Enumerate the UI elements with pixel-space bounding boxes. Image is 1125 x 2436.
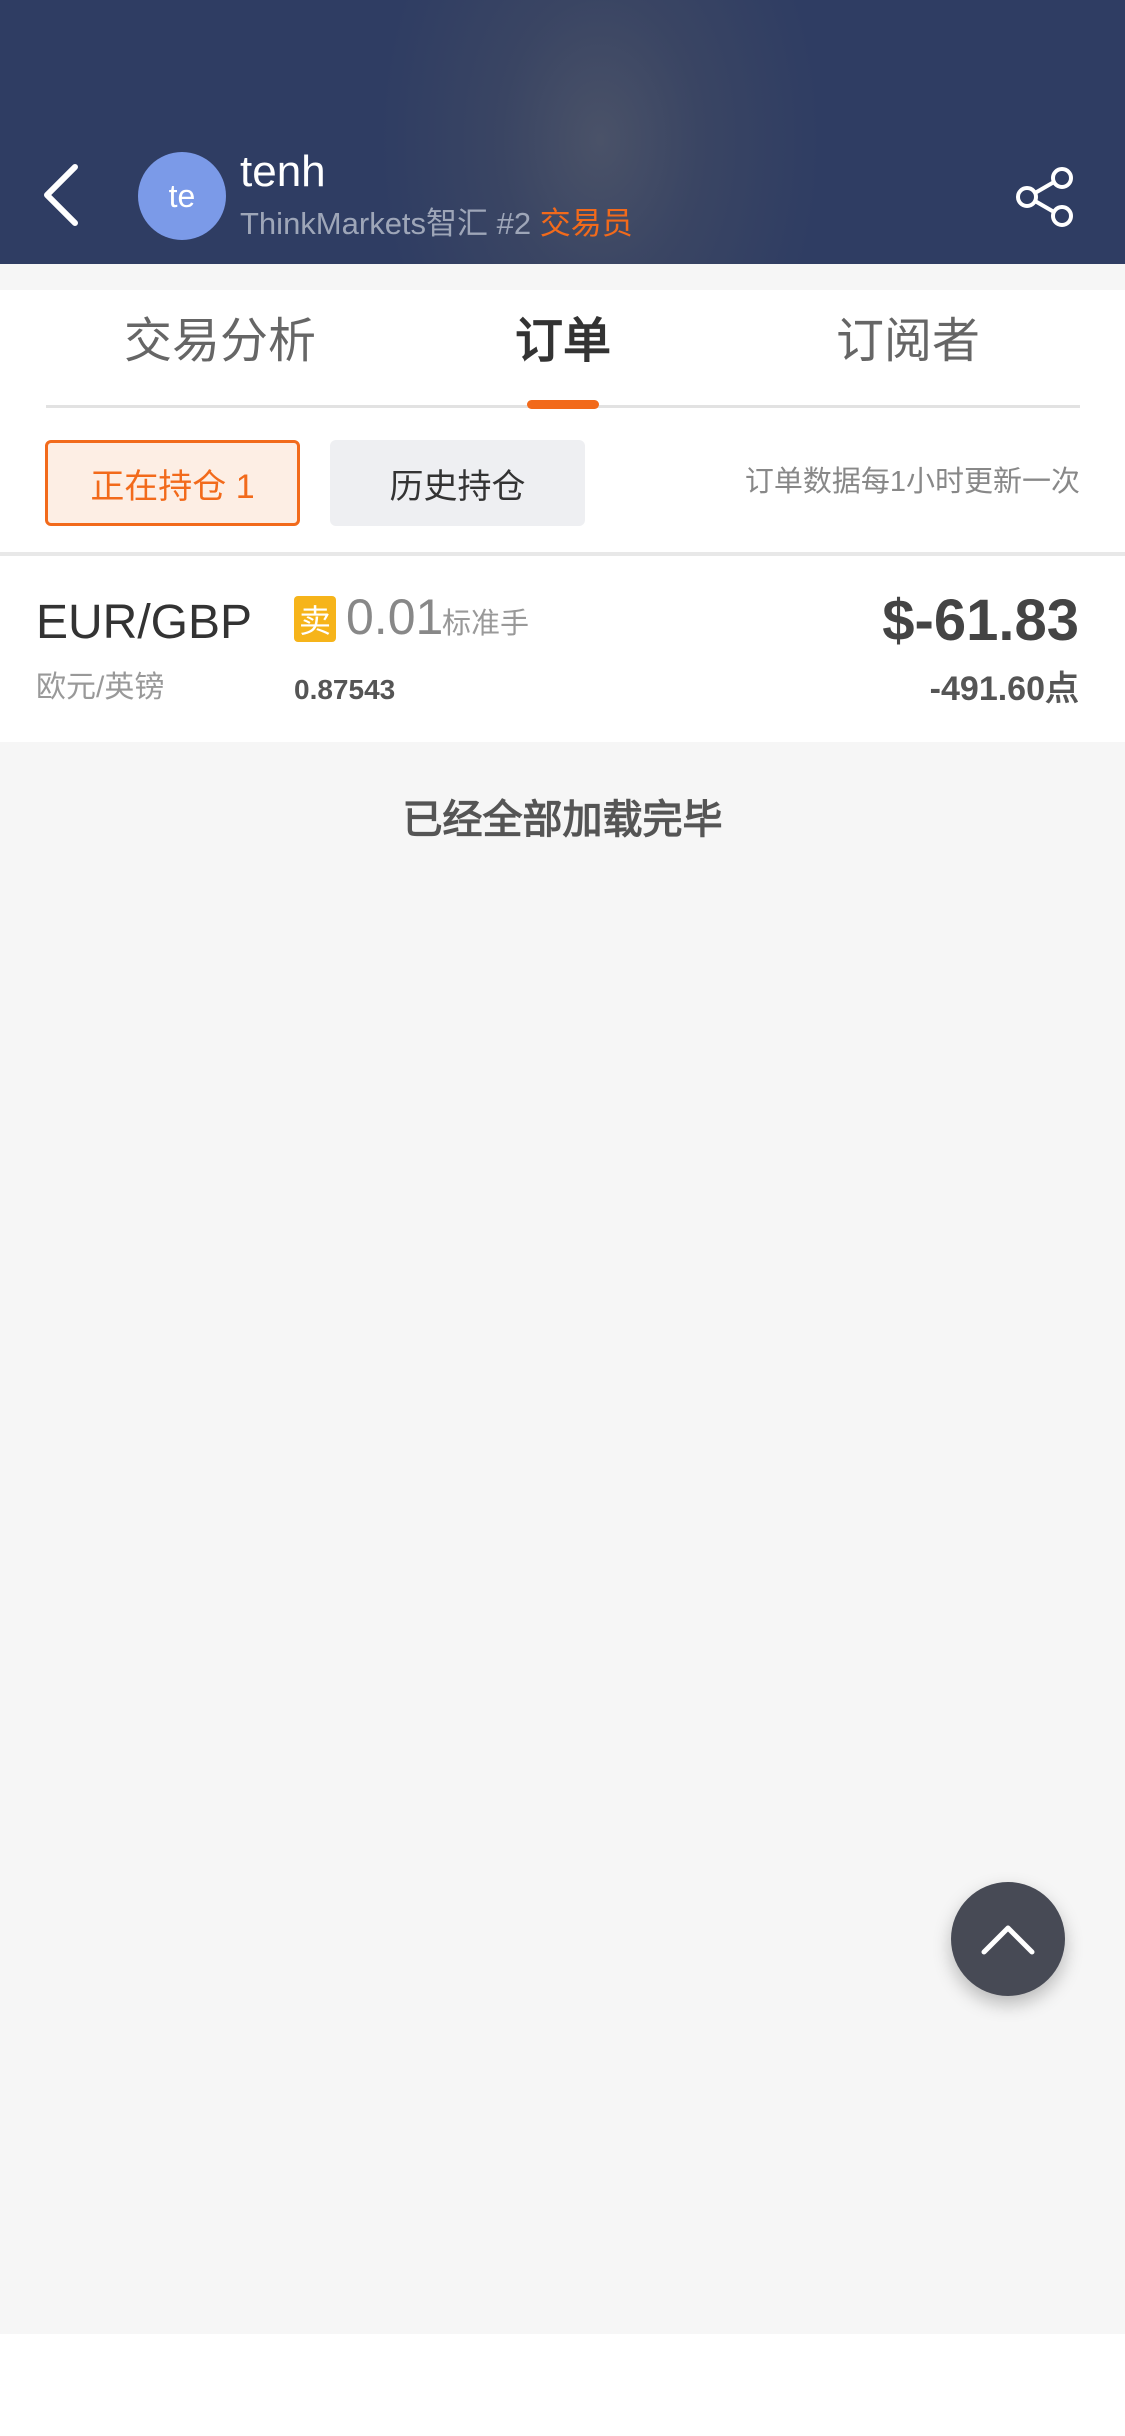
trader-username: tenh [240, 147, 326, 196]
avatar[interactable]: te [138, 152, 226, 240]
trader-subtitle: ThinkMarkets智汇 #2 交易员 [240, 204, 633, 244]
order-row[interactable]: EUR/GBP 欧元/英镑 卖 0.01 标准手 0.87543 $-61.83… [0, 556, 1125, 742]
tab-orders[interactable]: 订单 [433, 312, 693, 372]
tab-bar: 交易分析 订单 订阅者 [0, 290, 1125, 410]
bottom-safe-area [0, 2334, 1125, 2436]
active-tab-indicator [527, 400, 599, 409]
list-footer-area: 已经全部加载完毕 [0, 742, 1125, 2334]
order-profit: $-61.83 [882, 588, 1079, 653]
profile-header: te tenh ThinkMarkets智汇 #2 交易员 [0, 0, 1125, 264]
history-positions-button[interactable]: 历史持仓 [330, 440, 585, 526]
back-button[interactable] [26, 150, 96, 240]
scroll-to-top-button[interactable] [951, 1882, 1065, 1996]
order-symbol: EUR/GBP [36, 596, 253, 649]
order-volume: 0.01 [346, 589, 444, 645]
trader-rank: #2 [496, 206, 532, 241]
open-positions-button[interactable]: 正在持仓 1 [45, 440, 300, 526]
back-icon [44, 164, 78, 226]
header-divider [0, 264, 1125, 290]
tab-trade-analysis[interactable]: 交易分析 [90, 312, 350, 372]
order-points: -491.60点 [929, 670, 1079, 708]
order-volume-unit: 标准手 [442, 608, 530, 640]
order-side-badge: 卖 [294, 596, 336, 642]
tab-subscribers[interactable]: 订阅者 [778, 312, 1038, 372]
position-filter-row: 正在持仓 1 历史持仓 订单数据每1小时更新一次 [0, 410, 1125, 555]
broker-name: ThinkMarkets智汇 [240, 206, 489, 241]
all-loaded-message: 已经全部加载完毕 [402, 798, 723, 842]
order-symbol-name: 欧元/英镑 [36, 671, 165, 704]
share-button[interactable] [1010, 162, 1080, 232]
trader-role: 交易员 [539, 206, 633, 241]
share-icon [1016, 167, 1073, 227]
order-open-price: 0.87543 [294, 674, 396, 705]
update-frequency-note: 订单数据每1小时更新一次 [744, 466, 1080, 498]
chevron-up-icon [981, 1925, 1035, 1955]
avatar-text: te [168, 177, 196, 214]
